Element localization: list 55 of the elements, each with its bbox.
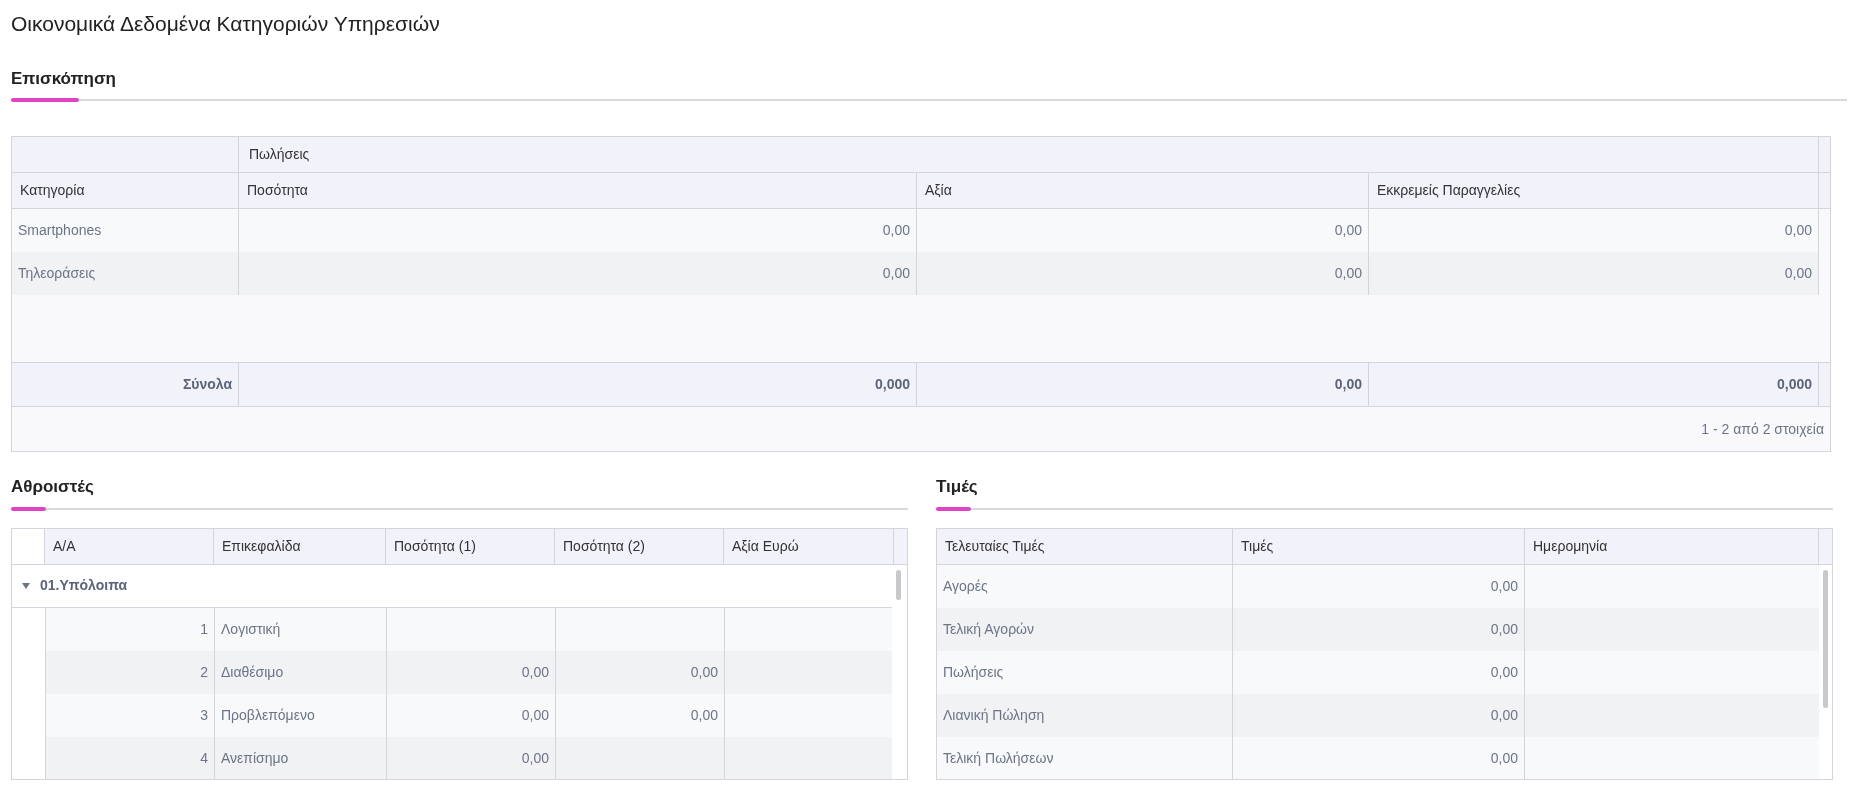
column-header[interactable]: Αξία Ευρώ: [724, 528, 894, 564]
table-cell: Τελική Αγορών: [937, 607, 1233, 651]
table-cell: 0,00: [1369, 252, 1819, 295]
section-title: Επισκόπηση: [11, 68, 116, 88]
column-header[interactable]: Επικεφαλίδα: [214, 528, 386, 564]
table-cell: 2: [46, 650, 215, 694]
scrollbar-thumb[interactable]: [1823, 569, 1828, 708]
scrollbar-thumb[interactable]: [896, 569, 901, 600]
section-underline: [11, 98, 79, 102]
column-header[interactable]: Ποσότητα (2): [555, 528, 724, 564]
total-cell: 0,000: [1369, 363, 1819, 406]
table-cell: Λιανική Πώληση: [937, 693, 1233, 737]
column-header[interactable]: Αξία: [917, 173, 1369, 208]
table-cell-text: 0,00: [690, 705, 718, 725]
column-header[interactable]: Ποσότητα: [239, 173, 917, 208]
table-cell: Πωλήσεις: [937, 650, 1233, 694]
table-cell: Διαθέσιμο: [215, 650, 387, 694]
table-cell: Τελική Πωλήσεων: [937, 736, 1233, 779]
table-cell-text: 0,00: [521, 705, 549, 725]
totals-label: Σύνολα: [12, 363, 239, 406]
table-cell-text: 0,00: [521, 662, 549, 682]
table-cell: 0,00: [239, 252, 917, 295]
pager-info: 1 - 2 από 2 στοιχεία: [1701, 419, 1824, 439]
table-cell: 4: [46, 736, 215, 779]
table-cell: 0,00: [1233, 564, 1525, 608]
table-cell: 3: [46, 693, 215, 737]
total-cell: 0,00: [917, 363, 1369, 406]
table-cell: 0,00: [1233, 607, 1525, 651]
table-cell: 0,00: [1233, 693, 1525, 737]
table-cell: 0,00: [1233, 650, 1525, 694]
column-group-header: Πωλήσεις: [239, 137, 1819, 172]
column-header[interactable]: Ημερομηνία: [1525, 528, 1819, 564]
table-cell-text: 0,00: [690, 662, 718, 682]
column-header[interactable]: Κατηγορία: [12, 173, 239, 208]
table-cell: 1: [46, 607, 215, 651]
table-cell: Αγορές: [937, 564, 1233, 608]
section-underline: [936, 506, 971, 511]
column-header[interactable]: Α/Α: [45, 528, 214, 564]
table-cell: 0,00: [1233, 736, 1525, 779]
table-cell: Ανεπίσημο: [215, 736, 387, 779]
total-cell: 0,000: [239, 363, 917, 406]
section-title: Αθροιστές: [11, 477, 94, 496]
table-cell: Προβλεπόμενο: [215, 693, 387, 737]
table-cell: Τηλεοράσεις: [12, 252, 239, 295]
table-cell: Λογιστική: [215, 607, 387, 651]
table-cell: 0,00: [917, 252, 1369, 295]
column-header[interactable]: Τελευταίες Τιμές: [937, 528, 1233, 564]
column-header[interactable]: Ποσότητα (1): [386, 528, 555, 564]
section-underline: [11, 506, 46, 511]
column-header[interactable]: Εκκρεμείς Παραγγελίες: [1369, 173, 1819, 208]
caret-icon: [22, 581, 30, 590]
page-title: Οικονομικά Δεδομένα Κατηγοριών Υπηρεσιών: [11, 11, 441, 37]
section-title: Τιμές: [936, 477, 978, 496]
table-cell-text: 0,00: [521, 748, 549, 768]
column-header[interactable]: Τιμές: [1233, 528, 1525, 564]
